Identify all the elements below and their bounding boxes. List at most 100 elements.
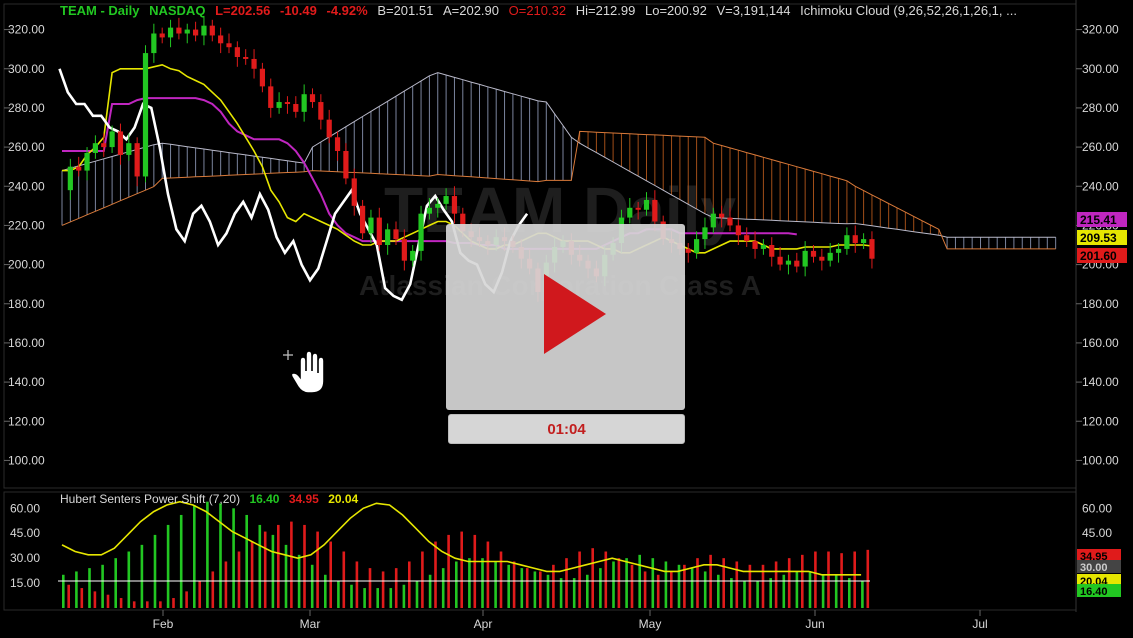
candle-body [326, 119, 332, 138]
play-icon[interactable] [542, 272, 608, 356]
indicator-bar-green [494, 561, 497, 608]
price-tick-label-left: 220.00 [8, 218, 45, 232]
candle-body [276, 102, 282, 108]
candle-body [92, 143, 98, 153]
indicator-bar-green [507, 564, 510, 608]
candle-body [301, 94, 307, 112]
indicator-value-yellow: 20.04 [328, 492, 358, 506]
indicator-bar-red [421, 551, 424, 608]
indicator-bar-green [363, 588, 366, 608]
indicator-bar-green [310, 564, 314, 608]
indicator-bar-green [533, 571, 537, 608]
indicator-bar-green [717, 574, 720, 608]
indicator-bar-green [756, 581, 759, 608]
candle-body [869, 239, 875, 259]
candle-body [76, 166, 82, 171]
candle-body [126, 143, 132, 155]
candle-body [368, 217, 374, 234]
indicator-bar-red [303, 524, 306, 608]
indicator-bar-red [499, 551, 503, 608]
time-tick-label: May [639, 617, 662, 631]
price-tag-value: 209.53 [1080, 231, 1117, 245]
candle-body [201, 25, 207, 36]
study-label[interactable]: Ichimoku Cloud (9,26,52,26,1,26,1, ... [800, 3, 1017, 18]
indicator-bar-green [75, 571, 78, 608]
svg-text:Hubert Senters Power Shift (7,: Hubert Senters Power Shift (7,20) 16.40 … [60, 492, 359, 506]
price-tick-label-right: 160.00 [1082, 336, 1119, 350]
candle-body [827, 252, 833, 261]
indicator-bar-green [206, 501, 209, 608]
candle-body [835, 248, 842, 253]
time-tick-label: Feb [153, 617, 174, 631]
indicator-bar-red [277, 524, 280, 608]
candle-body [694, 239, 700, 253]
indicator-bar-green [625, 558, 628, 608]
indicator-bar-green [586, 574, 589, 608]
indicator-bar-red [316, 531, 319, 608]
indicator-bar-green [690, 568, 694, 608]
time-tick-label: Jul [972, 617, 987, 631]
candle-body [819, 256, 825, 261]
indicator-value-green: 16.40 [249, 492, 279, 506]
candle-body [451, 196, 458, 214]
candle-body [777, 256, 783, 265]
indicator-bar-red [329, 541, 332, 608]
candle-body [769, 245, 775, 257]
price-tick-label-left: 200.00 [8, 258, 45, 272]
indicator-bar-red [774, 561, 778, 608]
indicator-bar-green [88, 568, 91, 608]
indicator-bar-red [250, 541, 254, 608]
video-player-overlay[interactable]: 01:04 [446, 224, 685, 444]
indicator-tags: 34.9530.0020.0416.40 [1077, 549, 1121, 598]
indicator-bar-green [219, 503, 222, 608]
indicator-bar-red [473, 534, 477, 608]
bid-price: B=201.51 [377, 3, 433, 18]
indicator-bar-red [237, 551, 241, 608]
indicator-bar-red [224, 561, 228, 608]
indicator-bar-green [166, 524, 170, 608]
indicator-bar-green [520, 568, 524, 608]
candle-body [643, 199, 650, 210]
video-timestamp-bar[interactable]: 01:04 [448, 414, 685, 444]
indicator-bar-green [193, 504, 196, 608]
pct-change: -4.92% [326, 3, 368, 18]
candle-body [243, 57, 249, 59]
candle-body [393, 229, 399, 240]
net-change: -10.49 [280, 3, 317, 18]
symbol-label[interactable]: TEAM - Daily [60, 3, 140, 18]
indicator-bar-green [769, 578, 772, 608]
candle-body [810, 250, 817, 257]
candle-body [234, 47, 240, 57]
candle-body [209, 25, 215, 36]
candle-body [794, 260, 800, 267]
indicator-bar-red [355, 561, 359, 608]
candle-body [719, 213, 725, 218]
indicator-bar-green [271, 534, 275, 608]
play-button[interactable] [446, 224, 685, 410]
indicator-bar-green [743, 581, 746, 608]
indicator-tick-label-right: 60.00 [1082, 501, 1112, 515]
indicator-bar-red [460, 531, 463, 608]
time-tick-label: Jun [805, 617, 824, 631]
price-tag-value: 215.41 [1080, 213, 1117, 227]
last-price: L=202.56 [215, 3, 270, 18]
indicator-bar-green [612, 561, 615, 608]
indicator-bar-green [127, 551, 131, 608]
candle-body [142, 53, 149, 177]
indicator-tick-label-left: 60.00 [10, 501, 40, 515]
candle-body [251, 58, 257, 69]
price-tick-label-left: 260.00 [8, 140, 45, 154]
indicator-bar-green [402, 584, 406, 608]
candle-body [727, 217, 733, 226]
price-tick-label-left: 320.00 [8, 23, 45, 37]
indicator-title[interactable]: Hubert Senters Power Shift (7,20) [60, 492, 240, 506]
candle-body [159, 33, 165, 38]
indicator-bar-red [670, 571, 673, 608]
open-price: O=210.32 [509, 3, 566, 18]
indicator-bar-green [808, 571, 812, 608]
indicator-bar-green [101, 564, 104, 608]
indicator-bar-red [853, 551, 856, 608]
indicator-bar-red [185, 591, 188, 608]
indicator-bar-red [290, 521, 293, 608]
candle-body [752, 241, 758, 249]
